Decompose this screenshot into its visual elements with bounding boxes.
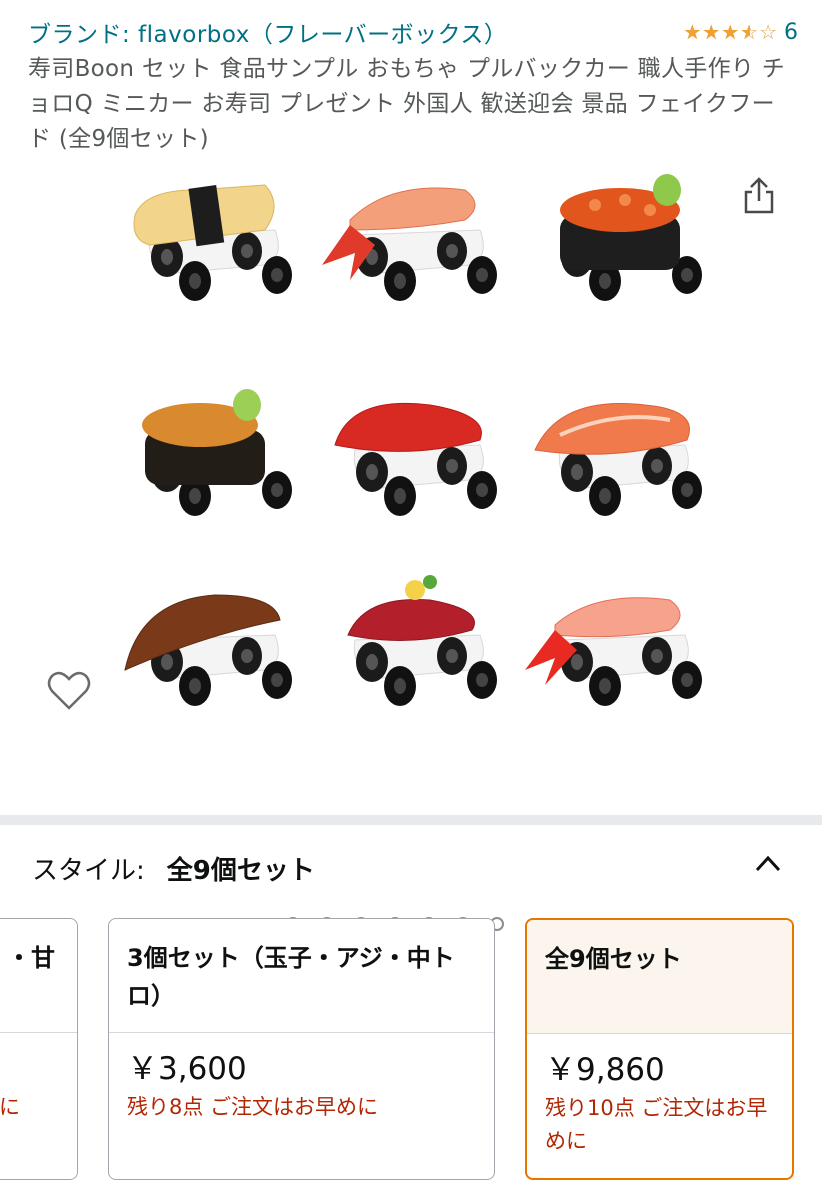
brand-row: ブランド: flavorbox（フレーバーボックス） ☆☆☆☆☆ ★★★★★ 6 xyxy=(28,14,798,50)
product-header: ブランド: flavorbox（フレーバーボックス） ☆☆☆☆☆ ★★★★★ 6… xyxy=(28,14,798,157)
product-title: 寿司Boon セット 食品サンプル おもちゃ プルバックカー 職人手作り チョロ… xyxy=(28,56,786,152)
star-rating: ☆☆☆☆☆ ★★★★★ xyxy=(683,20,778,44)
unagi-sushi-car xyxy=(124,594,292,706)
style-option-stock: に xyxy=(0,1095,20,1119)
salmon-sushi-car xyxy=(534,402,702,516)
ebi-sushi-car xyxy=(322,187,497,301)
section-divider xyxy=(0,815,822,825)
tamago-sushi-car xyxy=(133,184,292,301)
style-label: スタイル: xyxy=(32,855,145,886)
heart-icon[interactable] xyxy=(46,668,92,712)
style-option-title: ・甘 xyxy=(0,919,77,1033)
style-selected-value: 全9個セット xyxy=(166,855,315,886)
style-option-stock: 残り10点 ご注文はお早めに xyxy=(545,1096,768,1153)
share-icon[interactable] xyxy=(738,175,780,217)
style-selector-header[interactable]: スタイル: 全9個セット xyxy=(32,848,792,888)
sushi-car-collage xyxy=(124,174,702,706)
style-option-price: ￥3,600 xyxy=(127,1051,247,1087)
style-option-card-3pc[interactable]: 3個セット（玉子・アジ・中トロ） ￥3,600 残り8点 ご注文はお早めに xyxy=(108,918,495,1180)
style-option-price: ￥9,860 xyxy=(545,1052,665,1088)
akami-sushi-car xyxy=(347,575,497,706)
maguro-sushi-car xyxy=(334,402,497,516)
amaebi-sushi-car xyxy=(525,597,702,706)
rating[interactable]: ☆☆☆☆☆ ★★★★★ 6 xyxy=(683,20,798,45)
chevron-up-icon[interactable] xyxy=(754,854,782,874)
style-option-card-partial[interactable]: ・甘 に xyxy=(0,918,78,1180)
style-option-card-9pc[interactable]: 全9個セット ￥9,860 残り10点 ご注文はお早めに xyxy=(525,918,794,1180)
rating-count[interactable]: 6 xyxy=(784,20,798,45)
uni-sushi-car xyxy=(142,389,292,516)
brand-link[interactable]: ブランド: flavorbox（フレーバーボックス） xyxy=(28,15,507,49)
style-option-stock: 残り8点 ご注文はお早めに xyxy=(127,1095,379,1119)
ikura-sushi-car xyxy=(560,174,702,301)
product-image-gallery[interactable] xyxy=(0,160,822,931)
style-option-title: 全9個セット xyxy=(527,920,792,1034)
style-option-title: 3個セット（玉子・アジ・中トロ） xyxy=(109,919,494,1033)
